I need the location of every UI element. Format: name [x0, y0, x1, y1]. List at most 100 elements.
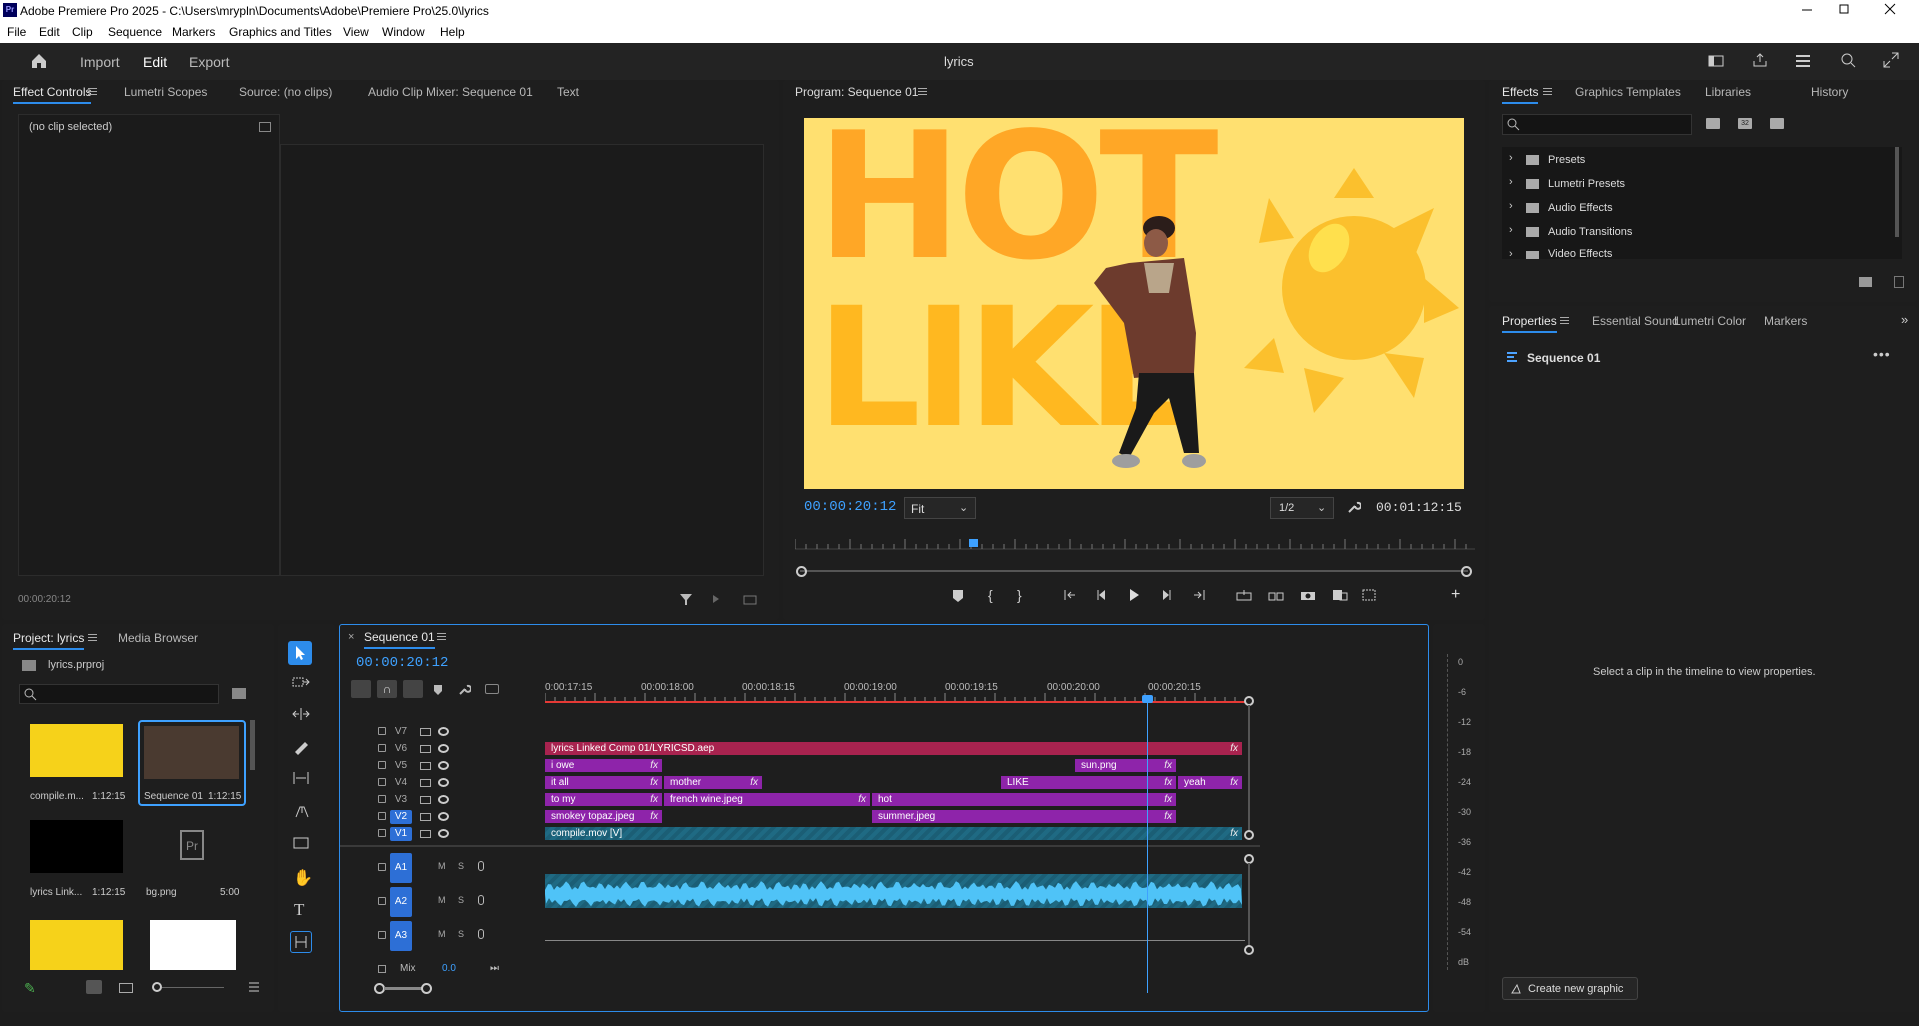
skip-end-icon[interactable]: ⏭	[490, 963, 499, 974]
lock-icon[interactable]	[378, 829, 386, 837]
create-new-graphic-button[interactable]: Create new graphic	[1502, 977, 1638, 1000]
pencil-icon[interactable]: ✎	[24, 980, 36, 997]
clip-to-my[interactable]: to my fx	[545, 793, 662, 806]
play-audio-icon[interactable]	[711, 593, 725, 608]
panel-toggle-icon[interactable]	[259, 122, 271, 132]
tab-source[interactable]: Source: (no clips)	[239, 85, 332, 99]
tab-properties[interactable]: Properties	[1502, 314, 1557, 333]
program-video-frame[interactable]: HOT LIKE	[804, 118, 1464, 489]
chevron-double-right-icon[interactable]: »	[1901, 312, 1908, 327]
menu-window[interactable]: Window	[382, 25, 425, 39]
program-time-ruler[interactable]	[795, 537, 1475, 553]
effects-scrollbar[interactable]	[1895, 147, 1899, 237]
sort-icon[interactable]	[248, 981, 260, 996]
eye-icon[interactable]	[438, 761, 449, 770]
filter-icon[interactable]	[679, 592, 693, 609]
tab-project[interactable]: Project: lyrics	[13, 631, 85, 650]
menu-view[interactable]: View	[343, 25, 369, 39]
tab-effects[interactable]: Effects	[1502, 85, 1539, 104]
effects-item-audio-effects[interactable]: › Audio Effects	[1502, 200, 1882, 218]
lock-icon[interactable]	[378, 965, 386, 973]
clip-i-owe[interactable]: i owe fx	[545, 759, 662, 772]
lock-icon[interactable]	[378, 795, 386, 803]
menu-markers[interactable]: Markers	[172, 25, 215, 39]
import-tab[interactable]: Import	[80, 54, 120, 70]
clip-french-wine[interactable]: french wine.jpeg fx	[664, 793, 870, 806]
timeline-zoom-end-handle[interactable]	[421, 983, 432, 994]
mute-button[interactable]: M	[438, 895, 446, 905]
sync-lock-icon[interactable]	[420, 728, 431, 736]
captions-icon[interactable]	[485, 684, 499, 694]
eye-icon[interactable]	[438, 744, 449, 753]
clip-sun-png[interactable]: sun.png fx	[1075, 759, 1176, 772]
track-label[interactable]: V4	[390, 776, 412, 790]
program-playhead-timecode[interactable]: 00:00:20:12	[804, 499, 896, 515]
mute-button[interactable]: M	[438, 861, 446, 871]
menu-help[interactable]: Help	[440, 25, 465, 39]
search-help-icon[interactable]	[1840, 52, 1856, 71]
thumbnail[interactable]	[30, 920, 123, 970]
mark-out-icon[interactable]: }	[1017, 587, 1022, 603]
extract-icon[interactable]	[1268, 589, 1284, 604]
effects-menu-icon[interactable]	[1543, 88, 1552, 95]
clip-smokey-topaz[interactable]: smokey topaz.jpeg fx	[545, 810, 662, 823]
lock-icon[interactable]	[378, 761, 386, 769]
track-label[interactable]: V7	[390, 725, 412, 739]
comparison-view-icon[interactable]	[1332, 589, 1348, 604]
scroll-end-handle[interactable]	[1461, 566, 1472, 577]
sequence-menu-icon[interactable]	[437, 633, 446, 640]
tab-lumetri-scopes[interactable]: Lumetri Scopes	[124, 85, 207, 99]
lock-icon[interactable]	[378, 931, 386, 939]
close-window-icon[interactable]	[1883, 2, 1897, 16]
new-bin-icon[interactable]	[1859, 277, 1872, 287]
track-label[interactable]: A2	[390, 887, 412, 917]
snap-icon[interactable]: ∩	[377, 680, 397, 698]
microphone-icon[interactable]	[478, 929, 484, 939]
hand-tool-icon[interactable]: ✋	[293, 868, 313, 888]
rectangle-tool-icon[interactable]	[292, 836, 310, 853]
fullscreen-icon[interactable]	[1883, 52, 1899, 71]
lock-icon[interactable]	[378, 897, 386, 905]
effects-item-presets[interactable]: › Presets	[1502, 152, 1882, 170]
zoom-slider-handle[interactable]	[152, 982, 162, 992]
panel-menu-icon[interactable]	[88, 88, 97, 95]
clip-mother[interactable]: mother fx	[664, 776, 762, 789]
timeline-zoom-bar[interactable]	[384, 987, 422, 990]
project-scrollbar[interactable]	[250, 720, 255, 770]
clip-hot[interactable]: hot fx	[872, 793, 1176, 806]
lift-icon[interactable]	[1236, 589, 1252, 604]
project-item[interactable]: Pr bg.png 5:00	[142, 820, 246, 900]
properties-menu-icon[interactable]	[1560, 317, 1569, 324]
scene-edit-tool-icon[interactable]	[290, 931, 312, 953]
yuv-effects-icon[interactable]	[1770, 118, 1784, 129]
tab-text[interactable]: Text	[557, 85, 579, 99]
add-button-icon[interactable]: +	[1451, 586, 1460, 604]
tab-audio-clip-mixer[interactable]: Audio Clip Mixer: Sequence 01	[368, 85, 533, 99]
project-item-selected[interactable]: Sequence 01 1:12:15	[138, 720, 246, 806]
mark-in-icon[interactable]: {	[988, 587, 993, 603]
eye-icon[interactable]	[438, 778, 449, 787]
lock-icon[interactable]	[378, 778, 386, 786]
microphone-icon[interactable]	[478, 895, 484, 905]
clip-like[interactable]: LIKE fx	[1001, 776, 1176, 789]
find-icon[interactable]	[232, 688, 246, 699]
program-scroll-bar[interactable]	[800, 570, 1468, 572]
tab-media-browser[interactable]: Media Browser	[118, 631, 198, 645]
step-forward-icon[interactable]	[1160, 589, 1172, 604]
zoom-slider-track[interactable]	[162, 987, 224, 988]
project-item[interactable]: lyrics Link... 1:12:15	[22, 820, 126, 900]
minimize-icon[interactable]	[1800, 2, 1814, 16]
audio-scroll-bottom-handle[interactable]	[1244, 945, 1254, 955]
more-options-icon[interactable]: •••	[1873, 346, 1891, 362]
maximize-icon[interactable]	[1837, 2, 1851, 16]
menu-sequence[interactable]: Sequence	[108, 25, 162, 39]
edit-tab[interactable]: Edit	[143, 54, 167, 70]
sync-lock-icon[interactable]	[420, 796, 431, 804]
clip-lyrics-comp[interactable]: lyrics Linked Comp 01/LYRICSD.aep fx	[545, 742, 1242, 755]
32bit-effects-icon[interactable]: 32	[1738, 118, 1752, 129]
accelerated-effects-icon[interactable]	[1706, 118, 1720, 129]
project-search-input[interactable]	[19, 684, 219, 704]
track-label[interactable]: V6	[390, 742, 412, 756]
track-label[interactable]: V2	[390, 810, 412, 824]
add-marker-icon[interactable]	[433, 684, 443, 699]
